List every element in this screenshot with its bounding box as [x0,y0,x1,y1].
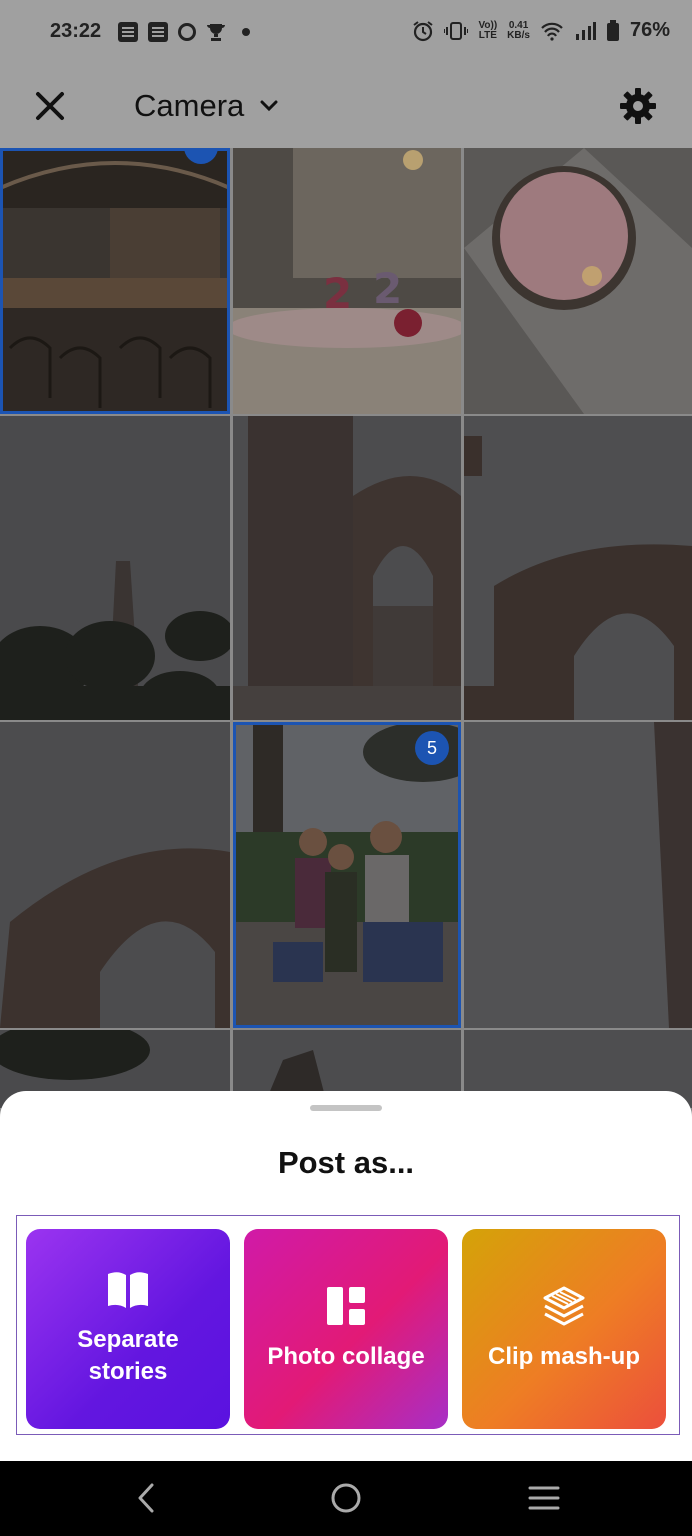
photo-group-photo [233,722,461,1028]
photo-tile-cake-top[interactable] [464,148,692,414]
clip-mash-up-label: Clip mash-up [487,1343,640,1370]
chevron-down-icon [260,100,278,112]
system-nav-bar [0,1461,692,1536]
svg-text:2: 2 [323,269,352,318]
threads-icon [178,23,196,41]
sheet-title: Post as... [277,1145,415,1180]
signal-icon [575,21,596,40]
photo-ruins-arch-3 [0,722,230,1028]
volte-bottom: LTE [478,29,497,41]
photo-tile-ruins-arch-2[interactable] [464,416,692,720]
notes-notification-icon [118,22,138,42]
header-bar: Camera [0,66,692,148]
photo-tile-ruins-arch-1[interactable] [233,416,461,720]
post-options: Separate stories Photo collage Clip mash… [16,1215,680,1435]
separate-stories-label-2: stories [88,1358,168,1385]
clip-mash-up-button[interactable]: Clip mash-up [462,1229,666,1429]
volte-top: Vo)) [478,19,498,31]
close-icon[interactable] [34,90,66,122]
vibrate-icon [444,21,469,40]
photo-ruins-arch-1 [233,416,461,720]
notification-icons [118,22,250,42]
photo-collage-label: Photo collage [267,1343,425,1370]
status-bar: 23:22 Vo)) LTE 0.41 KB/s 76% [0,0,692,66]
photo-minar-trees [0,416,230,720]
battery-percent: 76% [629,19,670,41]
collage-layout-icon [327,1287,365,1325]
alarm-icon [413,20,434,41]
home-icon[interactable] [330,1482,362,1514]
volte-indicator: Vo)) LTE [478,19,498,41]
svg-text:2: 2 [373,264,402,313]
photo-tile-minar-sky[interactable] [464,722,692,1028]
photo-tile-ruins-arch-3[interactable] [0,722,230,1028]
back-icon[interactable] [132,1482,162,1514]
more-notifications-dot [242,28,250,36]
post-as-sheet: Post as... Separate stories Photo collag… [0,1091,692,1461]
photo-birthday-cake: 2 2 [233,148,461,414]
network-speed: 0.41 KB/s [507,19,530,41]
status-right-icons: Vo)) LTE 0.41 KB/s 76% [412,19,670,42]
layers-icon [543,1286,585,1326]
photo-tile-group-photo[interactable]: 5 [233,722,461,1028]
album-selector[interactable]: Camera [134,88,278,124]
photo-cake-top [464,148,692,414]
notes-notification-icon-2 [148,22,168,42]
photo-bar-interior [0,148,230,414]
status-time: 23:22 [50,20,102,42]
album-title: Camera [134,88,245,123]
photo-ruins-arch-2 [464,416,692,720]
gear-icon[interactable] [618,86,658,126]
photo-tile-minar-trees[interactable] [0,416,230,720]
book-open-icon [108,1272,148,1308]
selection-badge: 5 [415,731,449,765]
separate-stories-label-1: Separate [77,1326,179,1353]
net-speed-unit: KB/s [507,29,530,41]
photo-minar-sky [464,722,692,1028]
photo-tile-bar-interior[interactable] [0,148,230,414]
sheet-drag-handle[interactable] [310,1105,382,1111]
battery-icon [606,19,619,41]
photo-collage-button[interactable]: Photo collage [244,1229,448,1429]
photo-grid: 2 2 5 [0,148,692,1108]
trophy-icon [207,24,225,41]
recents-menu-icon[interactable] [528,1485,560,1511]
separate-stories-button[interactable]: Separate stories [26,1229,230,1429]
wifi-icon [541,22,563,41]
photo-tile-birthday-cake[interactable]: 2 2 [233,148,461,414]
net-speed-value: 0.41 [508,19,529,31]
